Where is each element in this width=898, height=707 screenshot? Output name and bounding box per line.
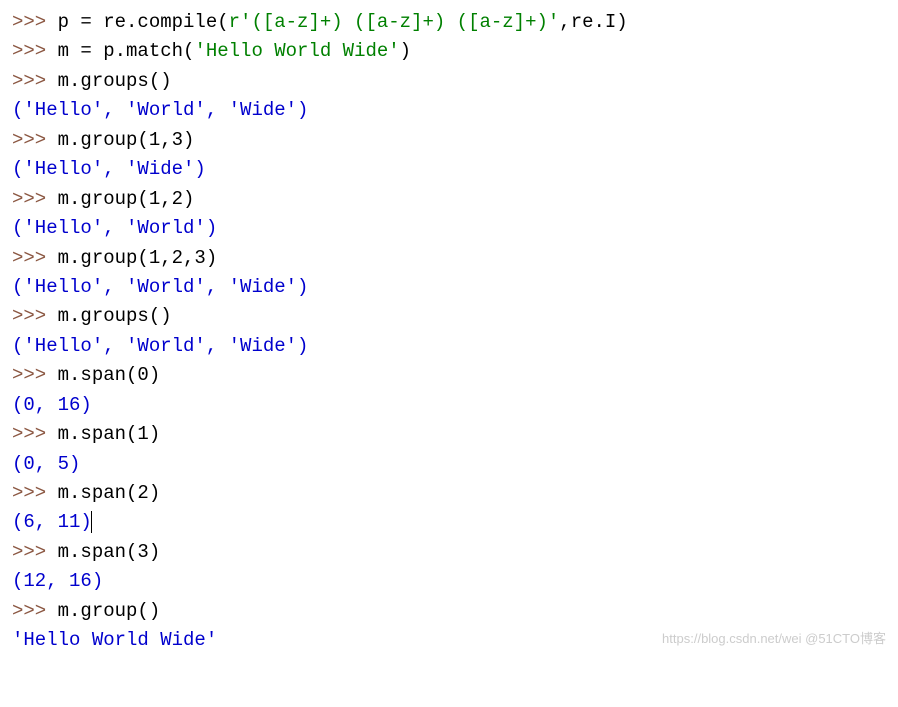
repl-prompt: >>> <box>12 423 58 445</box>
repl-line-19: >>> m.span(3) <box>12 538 886 567</box>
repl-prompt: >>> <box>12 364 58 386</box>
repl-output: (12, 16) <box>12 567 886 596</box>
repl-line-15: >>> m.span(1) <box>12 420 886 449</box>
repl-output-with-cursor: (6, 11) <box>12 508 886 537</box>
code-text: m.groups() <box>58 70 172 92</box>
code-text: p = re.compile( <box>58 11 229 33</box>
code-text: m.group() <box>58 600 161 622</box>
repl-output: ('Hello', 'World', 'Wide') <box>12 96 886 125</box>
repl-line-5: >>> m.group(1,3) <box>12 126 886 155</box>
repl-line-21: >>> m.group() <box>12 597 886 626</box>
repl-prompt: >>> <box>12 541 58 563</box>
repl-prompt: >>> <box>12 247 58 269</box>
code-text: ,re.I) <box>559 11 627 33</box>
repl-prompt: >>> <box>12 188 58 210</box>
repl-prompt: >>> <box>12 11 58 33</box>
code-text: m.groups() <box>58 305 172 327</box>
repl-output: (0, 5) <box>12 450 886 479</box>
repl-prompt: >>> <box>12 600 58 622</box>
repl-line-7: >>> m.group(1,2) <box>12 185 886 214</box>
repl-line-17: >>> m.span(2) <box>12 479 886 508</box>
repl-line-13: >>> m.span(0) <box>12 361 886 390</box>
repl-output: (6, 11) <box>12 511 92 533</box>
code-text: m.group(1,2,3) <box>58 247 218 269</box>
repl-prompt: >>> <box>12 70 58 92</box>
string-literal: 'Hello World Wide' <box>194 40 399 62</box>
repl-output: ('Hello', 'World', 'Wide') <box>12 332 886 361</box>
repl-line-1: >>> p = re.compile(r'([a-z]+) ([a-z]+) (… <box>12 8 886 37</box>
repl-line-11: >>> m.groups() <box>12 302 886 331</box>
repl-output: ('Hello', 'Wide') <box>12 155 886 184</box>
repl-output: (0, 16) <box>12 391 886 420</box>
repl-output: ('Hello', 'World') <box>12 214 886 243</box>
string-literal: r'([a-z]+) ([a-z]+) ([a-z]+)' <box>229 11 560 33</box>
repl-prompt: >>> <box>12 305 58 327</box>
repl-line-3: >>> m.groups() <box>12 67 886 96</box>
repl-prompt: >>> <box>12 129 58 151</box>
repl-prompt: >>> <box>12 482 58 504</box>
code-text: m.span(1) <box>58 423 161 445</box>
text-cursor-icon <box>91 511 92 534</box>
code-text: m.group(1,3) <box>58 129 195 151</box>
code-text: m = p.match( <box>58 40 195 62</box>
repl-prompt: >>> <box>12 40 58 62</box>
code-text: m.span(3) <box>58 541 161 563</box>
repl-line-2: >>> m = p.match('Hello World Wide') <box>12 37 886 66</box>
code-text: m.span(2) <box>58 482 161 504</box>
code-text: m.group(1,2) <box>58 188 195 210</box>
repl-line-9: >>> m.group(1,2,3) <box>12 244 886 273</box>
code-text: m.span(0) <box>58 364 161 386</box>
code-text: ) <box>400 40 411 62</box>
repl-output: 'Hello World Wide' <box>12 626 886 655</box>
repl-output: ('Hello', 'World', 'Wide') <box>12 273 886 302</box>
